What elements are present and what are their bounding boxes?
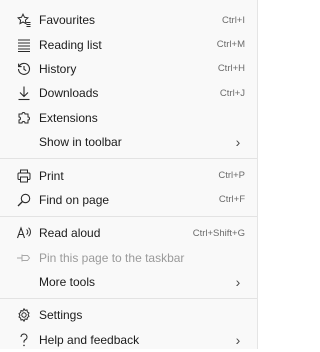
menu-item-read-aloud[interactable]: Read aloud Ctrl+Shift+G <box>0 221 257 245</box>
menu-separator <box>0 216 257 218</box>
menu-item-label: Find on page <box>39 192 110 207</box>
shortcut-label: Ctrl+I <box>222 14 245 26</box>
browser-settings-menu: Favourites Ctrl+I Reading list Ctrl+M Hi… <box>0 0 258 349</box>
reading-list-icon <box>16 37 32 53</box>
chevron-right-icon: › <box>235 274 241 291</box>
download-icon <box>16 85 32 101</box>
print-icon <box>16 168 32 184</box>
menu-item-label: Pin this page to the taskbar <box>39 250 185 265</box>
menu-item-label: Read aloud <box>39 226 101 241</box>
favourites-star-icon <box>16 12 32 28</box>
menu-group-tools: Read aloud Ctrl+Shift+G Pin this page to… <box>0 221 257 294</box>
menu-item-label: Reading list <box>39 37 102 52</box>
menu-item-downloads[interactable]: Downloads Ctrl+J <box>0 81 257 105</box>
menu-item-favourites[interactable]: Favourites Ctrl+I <box>0 8 257 32</box>
help-icon <box>16 332 32 348</box>
menu-separator <box>0 298 257 300</box>
menu-item-help-and-feedback[interactable]: Help and feedback › <box>0 328 257 352</box>
menu-item-label: Settings <box>39 308 83 323</box>
menu-item-print[interactable]: Print Ctrl+P <box>0 163 257 187</box>
menu-item-more-tools[interactable]: More tools › <box>0 270 257 294</box>
menu-item-label: History <box>39 61 77 76</box>
menu-item-label: Help and feedback <box>39 332 140 347</box>
menu-group-page: Print Ctrl+P Find on page Ctrl+F <box>0 163 257 212</box>
settings-gear-icon <box>16 307 32 323</box>
chevron-right-icon: › <box>235 331 241 348</box>
menu-group-settings: Settings Help and feedback › <box>0 303 257 352</box>
menu-item-reading-list[interactable]: Reading list Ctrl+M <box>0 32 257 56</box>
menu-item-find-on-page[interactable]: Find on page Ctrl+F <box>0 188 257 212</box>
menu-separator <box>0 158 257 160</box>
menu-item-show-in-toolbar[interactable]: Show in toolbar › <box>0 130 257 154</box>
menu-item-label: Show in toolbar <box>39 135 122 150</box>
pin-icon <box>16 250 32 266</box>
menu-item-label: Extensions <box>39 110 98 125</box>
shortcut-label: Ctrl+M <box>216 39 245 51</box>
history-icon <box>16 61 32 77</box>
read-aloud-icon <box>16 225 32 241</box>
menu-item-extensions[interactable]: Extensions <box>0 106 257 130</box>
menu-item-label: More tools <box>39 275 96 290</box>
shortcut-label: Ctrl+P <box>218 170 245 182</box>
shortcut-label: Ctrl+H <box>217 63 245 75</box>
shortcut-label: Ctrl+F <box>218 194 245 206</box>
menu-group-collections: Favourites Ctrl+I Reading list Ctrl+M Hi… <box>0 0 257 154</box>
extensions-icon <box>16 110 32 126</box>
menu-item-pin-to-taskbar: Pin this page to the taskbar <box>0 246 257 270</box>
shortcut-label: Ctrl+Shift+G <box>192 227 245 239</box>
menu-item-label: Downloads <box>39 86 99 101</box>
menu-item-label: Print <box>39 168 64 183</box>
chevron-right-icon: › <box>235 134 241 151</box>
menu-item-label: Favourites <box>39 13 96 28</box>
shortcut-label: Ctrl+J <box>219 87 245 99</box>
menu-item-settings[interactable]: Settings <box>0 303 257 327</box>
menu-item-history[interactable]: History Ctrl+H <box>0 57 257 81</box>
search-icon <box>16 192 32 208</box>
